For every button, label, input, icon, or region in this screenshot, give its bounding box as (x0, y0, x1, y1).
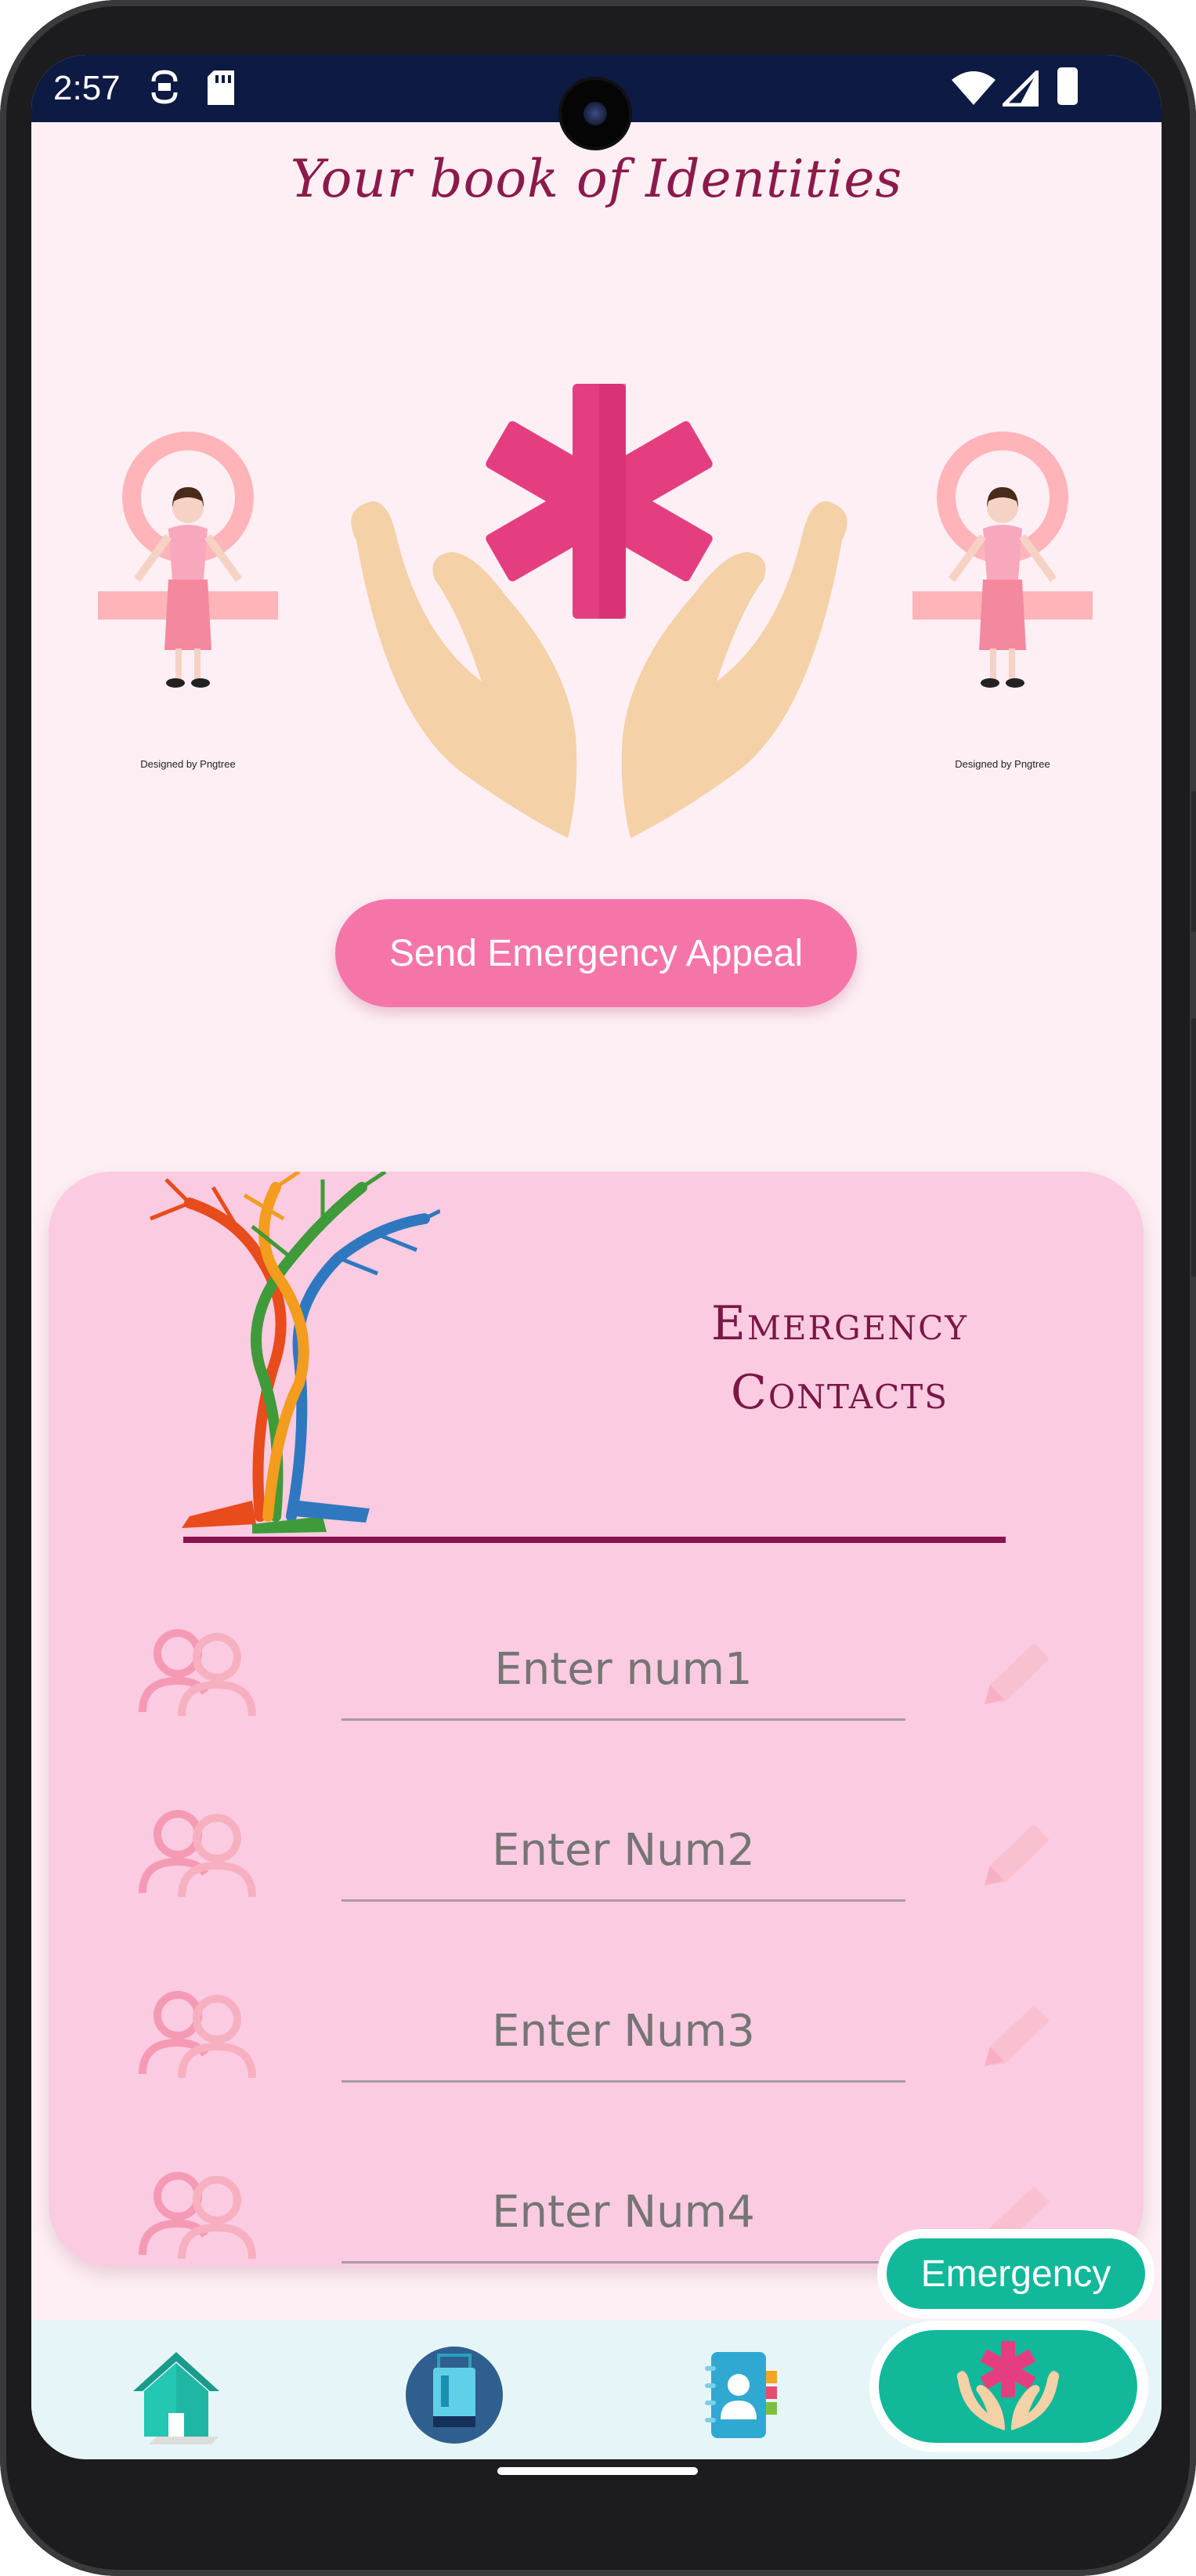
heading-line-1: Emergency (711, 1296, 968, 1351)
status-bar: 2:57 (31, 55, 1162, 147)
nav-item-emergency[interactable] (869, 2321, 1148, 2452)
emergency-tooltip: Emergency (877, 2229, 1154, 2318)
female-symbol-emblem-left: Designed by Pngtree (94, 431, 282, 775)
contact-number-field-4[interactable] (341, 2184, 905, 2263)
contact-row-1 (49, 1618, 1144, 1799)
people-icon (139, 2172, 256, 2260)
contact-number-field-3[interactable] (341, 2003, 905, 2083)
sync-icon (151, 70, 178, 104)
bottom-navigation (31, 2321, 1162, 2459)
app-screen: 2:57 Your book of Identities Designed by… (31, 55, 1162, 2459)
front-camera (562, 80, 629, 147)
designed-by-caption: Designed by Pngtree (140, 758, 236, 770)
people-icon (139, 1629, 256, 1717)
identity-card-icon[interactable] (403, 2344, 505, 2446)
people-icon (139, 1991, 256, 2079)
app-title: Your book of Identities (290, 149, 903, 209)
status-time: 2:57 (53, 69, 121, 107)
people-icon (139, 1810, 256, 1898)
contact-row-2 (49, 1799, 1144, 1980)
hands-star-of-life-icon (351, 384, 847, 838)
edit-pencil-icon[interactable] (973, 1815, 1059, 1901)
tree-people-illustration (150, 1172, 440, 1534)
contact-number-field-2[interactable] (341, 1823, 905, 1902)
female-symbol-icon (98, 432, 278, 688)
emergency-contacts-heading: Emergency Contacts (644, 1289, 1035, 1427)
signal-icon (1003, 70, 1039, 107)
sd-card-icon (208, 70, 234, 105)
heading-line-2: Contacts (730, 1365, 949, 1420)
edit-pencil-icon[interactable] (973, 1634, 1059, 1720)
home-icon[interactable] (125, 2344, 227, 2446)
contact-book-icon[interactable] (689, 2344, 791, 2446)
power-button (1191, 791, 1196, 932)
contact-row-3 (49, 1980, 1144, 2161)
contact-number-field-1[interactable] (341, 1642, 905, 1721)
gesture-handle (497, 2467, 698, 2475)
phone-frame: 2:57 Your book of Identities Designed by… (0, 0, 1196, 2576)
volume-button (1191, 1018, 1196, 1277)
wifi-icon (952, 71, 995, 105)
send-emergency-appeal-button[interactable]: Send Emergency Appeal (335, 899, 857, 1007)
female-symbol-emblem-right: Designed by Pngtree (909, 431, 1097, 775)
nav-emergency-pill (879, 2330, 1137, 2443)
heading-divider (183, 1537, 1006, 1543)
edit-pencil-icon[interactable] (973, 1996, 1059, 2082)
battery-icon (1057, 67, 1078, 105)
female-symbol-icon (912, 432, 1093, 688)
designed-by-caption: Designed by Pngtree (955, 758, 1050, 770)
emergency-contacts-card: Emergency Contacts (49, 1172, 1144, 2267)
emergency-hands-icon (956, 2341, 1060, 2430)
emergency-tooltip-label: Emergency (887, 2238, 1145, 2309)
